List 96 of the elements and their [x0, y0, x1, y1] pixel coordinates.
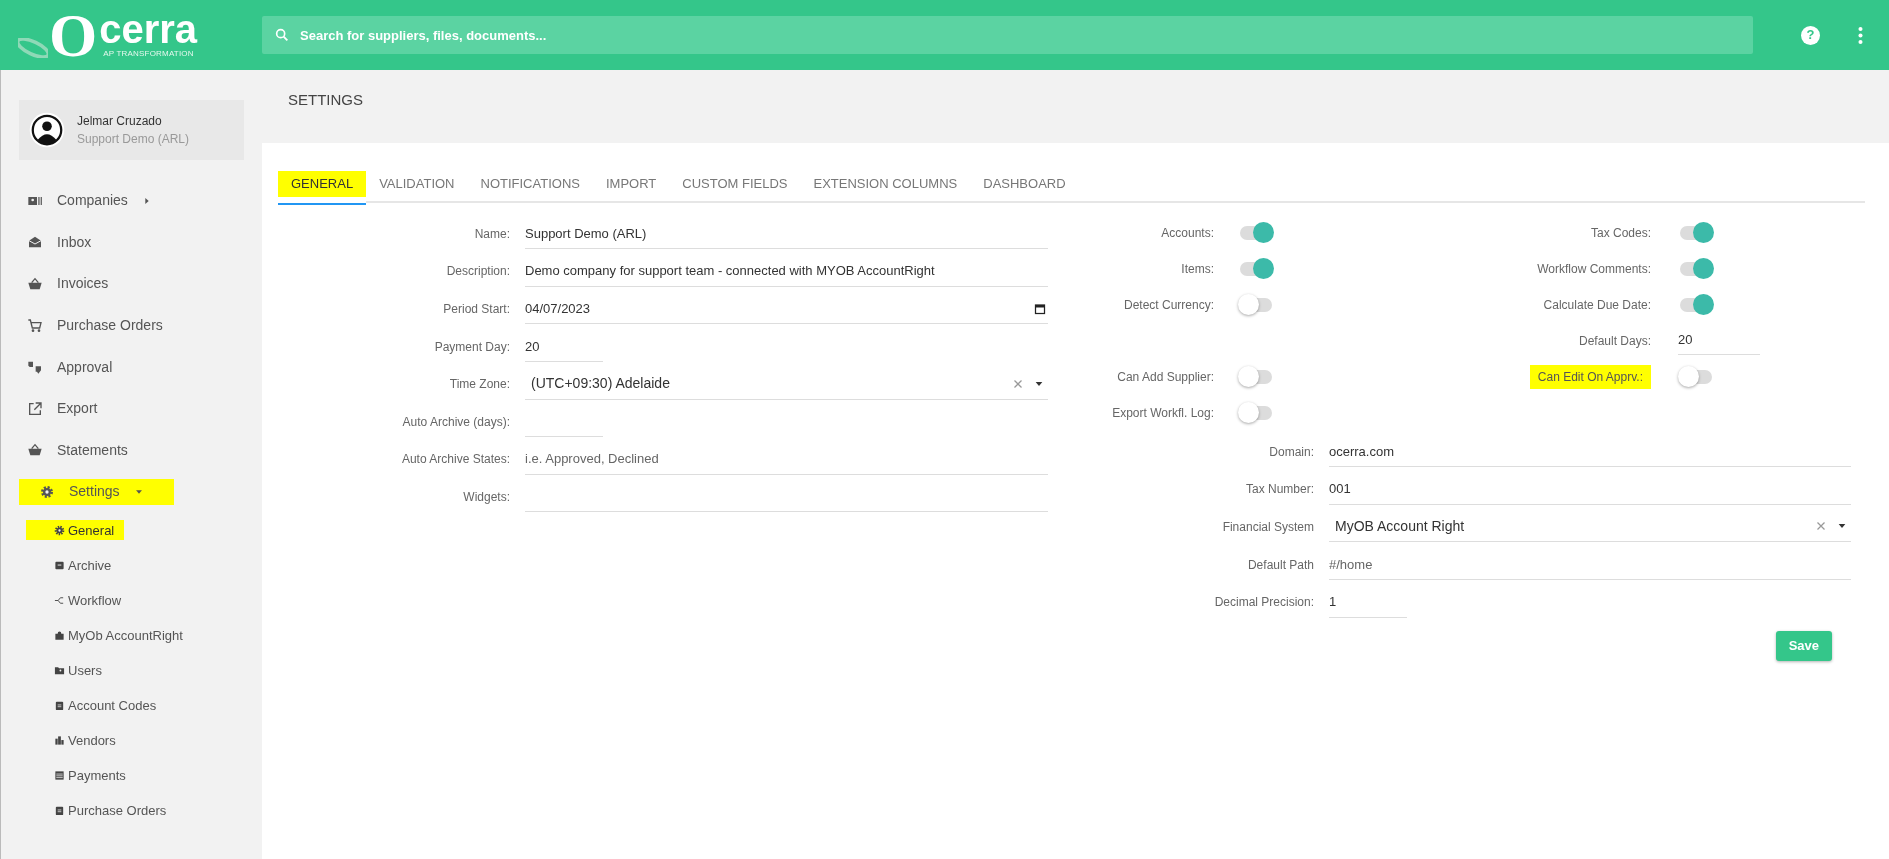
branch-icon: [54, 594, 65, 606]
tab[interactable]: VALIDATION: [366, 165, 468, 205]
toggle-switch[interactable]: [1678, 222, 1714, 244]
toggle-switch[interactable]: [1678, 258, 1714, 280]
clear-icon: [1012, 377, 1024, 390]
toggle-switch[interactable]: [1238, 258, 1274, 280]
select-field[interactable]: MyOB Account Right: [1329, 511, 1851, 543]
toggle-switch[interactable]: [1678, 294, 1714, 316]
field-label: Period Start:: [442, 301, 510, 318]
field-label: Domain:: [1268, 443, 1314, 461]
nav-item[interactable]: Settings: [19, 478, 174, 505]
nav-subitem[interactable]: Payments: [54, 765, 126, 786]
option-label: Items:: [1181, 261, 1214, 278]
option-label: Workflow Comments:: [1537, 261, 1651, 278]
thumbs-icon: [27, 359, 43, 376]
gear-icon: [54, 524, 65, 536]
input-field[interactable]: 20: [525, 331, 603, 363]
input-field[interactable]: Support Demo (ARL): [525, 218, 1048, 250]
option-label: Export Workfl. Log:: [1112, 405, 1214, 422]
calendar-icon: [1034, 303, 1046, 316]
input-field[interactable]: #/home: [1329, 549, 1851, 581]
tab[interactable]: DASHBOARD: [970, 165, 1079, 205]
field-label: Default Path: [1246, 556, 1314, 574]
field-label: Financial System: [1221, 519, 1314, 536]
logo-swoosh-icon: [18, 38, 48, 58]
select-value: MyOB Account Right: [1335, 517, 1466, 536]
field-label: Auto Archive States:: [400, 451, 510, 469]
field-label: Tax Number:: [1244, 481, 1314, 499]
input-field[interactable]: 1: [1329, 586, 1407, 618]
toggle-switch[interactable]: [1238, 222, 1274, 244]
field-label: Auto Archive (days):: [401, 413, 510, 431]
input-field[interactable]: i.e. Approved, Declined: [525, 443, 1048, 475]
field-label: Payment Day:: [433, 338, 510, 356]
toggle-switch[interactable]: [1238, 402, 1274, 424]
nav-item[interactable]: Purchase Orders: [19, 312, 169, 339]
toggle-switch[interactable]: [1238, 366, 1274, 388]
buildings-icon: [54, 734, 65, 746]
gear-icon: [39, 483, 55, 500]
nav-item[interactable]: Inbox: [19, 229, 98, 256]
field-label: Widgets:: [462, 488, 510, 506]
nav-item[interactable]: Companies: [19, 187, 158, 214]
field-label: Description:: [445, 263, 510, 281]
folder-user-icon: [54, 664, 65, 676]
search-icon: [274, 27, 290, 43]
basket-icon: [27, 276, 43, 292]
toggle-switch[interactable]: [1678, 366, 1714, 388]
date-field[interactable]: 04/07/2023: [525, 293, 1048, 325]
option-label: Default Days:: [1578, 333, 1651, 350]
tab[interactable]: EXTENSION COLUMNS: [800, 165, 971, 205]
archive-box-icon: [54, 559, 65, 571]
nav-item[interactable]: Invoices: [19, 271, 115, 297]
clipboard-icon: [54, 699, 65, 711]
field-label: Time Zone:: [448, 376, 510, 394]
select-field[interactable]: (UTC+09:30) Adelaide: [525, 368, 1048, 400]
option-label: Calculate Due Date:: [1543, 297, 1651, 314]
select-value: (UTC+09:30) Adelaide: [531, 374, 671, 394]
tab[interactable]: NOTIFICATIONS: [467, 165, 593, 205]
user-company: Support Demo (ARL): [77, 131, 190, 148]
user-name: Jelmar Cruzado: [77, 113, 163, 130]
tab[interactable]: IMPORT: [592, 165, 670, 205]
nav-subitem[interactable]: Account Codes: [54, 695, 157, 716]
option-label: Can Edit On Apprv.:: [1529, 365, 1651, 389]
nav-subitem[interactable]: Purchase Orders: [54, 800, 167, 821]
input-field[interactable]: 001: [1329, 473, 1851, 505]
cart-icon: [27, 317, 43, 334]
nav-subitem[interactable]: Users: [54, 660, 102, 681]
search-field[interactable]: Search for suppliers, files, documents...: [262, 16, 1753, 54]
nav-subitem[interactable]: Vendors: [54, 730, 116, 751]
input-field[interactable]: Demo company for support team - connected with MYOB AccountRight: [525, 255, 1048, 287]
nav-subitem[interactable]: General: [26, 520, 125, 541]
page-title: SETTINGS: [288, 90, 363, 111]
field-label: Decimal Precision:: [1213, 594, 1314, 612]
clipboard-icon: [54, 804, 65, 816]
more-menu-icon: [1858, 26, 1863, 44]
option-label: Accounts:: [1161, 225, 1214, 242]
nav-subitem[interactable]: Workflow: [54, 590, 122, 611]
field-label: Name:: [473, 225, 510, 243]
option-label: Tax Codes:: [1590, 225, 1651, 242]
avatar-icon: [29, 112, 65, 148]
puzzle-icon: [54, 629, 65, 641]
input-field[interactable]: ocerra.com: [1329, 436, 1851, 468]
toggle-switch[interactable]: [1238, 294, 1274, 316]
logo-wordmark: cerra: [99, 10, 198, 48]
nav-item[interactable]: Approval: [19, 354, 119, 381]
nav-item[interactable]: Statements: [19, 437, 134, 464]
logo-tagline: AP TRANSFORMATION: [103, 48, 195, 60]
logo-letter: O: [49, 4, 98, 66]
option-label: Detect Currency:: [1123, 297, 1214, 314]
nav-item[interactable]: Export: [19, 395, 104, 422]
input-field[interactable]: 20: [1678, 324, 1760, 355]
list-icon: [54, 769, 65, 781]
tab[interactable]: CUSTOM FIELDS: [669, 165, 801, 205]
external-link-icon: [27, 400, 43, 417]
nav-subitem[interactable]: Archive: [54, 555, 112, 576]
option-label: Can Add Supplier:: [1117, 369, 1214, 386]
nav-subitem[interactable]: MyOb AccountRight: [54, 625, 183, 646]
